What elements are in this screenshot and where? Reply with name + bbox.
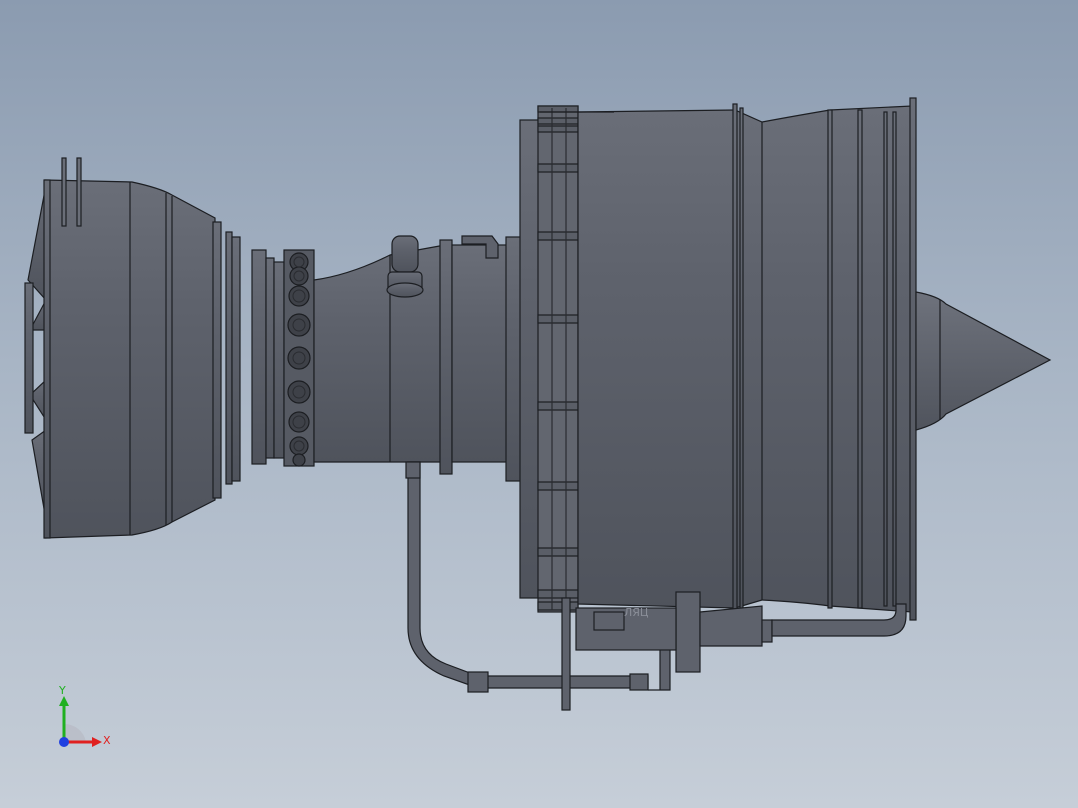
exhaust-cone [915,291,1052,431]
y-axis-label: Y [58,684,66,697]
top-elbow-pipe [386,235,424,298]
model-stamp: ЛЯЦ [624,606,649,619]
pump-body [675,591,701,673]
mid-casing-2 [451,244,509,463]
x-axis-label: X [103,734,111,747]
mid-casing [313,244,446,463]
rear-flange [909,97,917,621]
intake-blades [24,184,47,521]
main-flange [519,119,541,599]
graphics-viewport[interactable]: ЛЯЦ Y X [0,0,1078,808]
intake-lip [43,179,51,539]
ring-1 [212,221,222,499]
engine-model[interactable]: ЛЯЦ [0,0,1078,808]
z-axis-dot [59,737,69,747]
reference-triad[interactable]: Y X [52,684,122,754]
